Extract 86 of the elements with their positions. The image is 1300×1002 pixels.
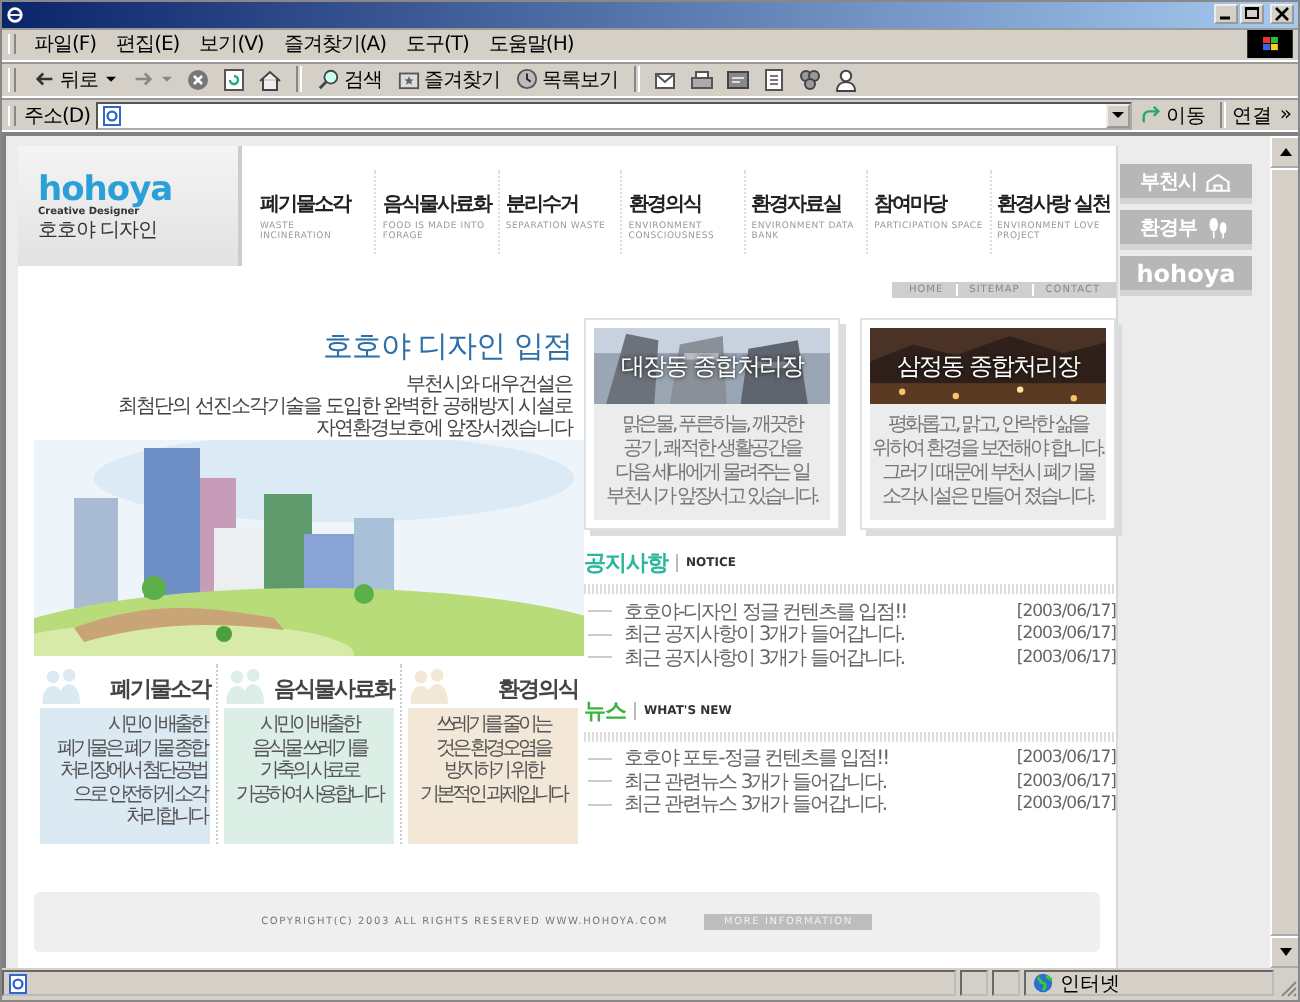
search-icon	[318, 68, 340, 91]
dropdown-button[interactable]	[1105, 103, 1130, 128]
card-text: 평화롭고, 맑고, 안락한 삶을 위하여 환경을 보전해야 합니다. 그러기 때문에 부천시 폐기물 소각시설은 만들어 졌습니다.	[870, 404, 1106, 521]
close-button[interactable]	[1270, 4, 1294, 25]
figures-icon	[1204, 215, 1233, 240]
menu-item[interactable]: 편집(E)	[106, 30, 190, 59]
menu-item[interactable]: 즐겨찾기(A)	[273, 30, 396, 59]
post-link[interactable]: 최근 관련뉴스 3개가 들어갑니다.	[624, 790, 1017, 819]
caret-icon	[1111, 111, 1124, 120]
people-silhouette-icon	[408, 668, 452, 705]
card-text: 맑은물, 푸른하늘, 깨끗한 공기, 쾌적한 생활공간을 다음 세대에게 물려주는 일 부천시가 앞장서고 있습니다.	[594, 404, 830, 521]
up-arrow-icon	[1280, 148, 1292, 157]
post-link[interactable]: 호호야-디자인 정글 컨텐츠를 입점!!	[624, 597, 1017, 626]
menu-item[interactable]: 도움말(H)	[478, 30, 584, 59]
people-silhouette-icon	[224, 668, 268, 705]
home-icon[interactable]	[258, 67, 282, 92]
people-silhouette-icon	[40, 668, 84, 705]
zone-label: 인터넷	[1060, 971, 1120, 998]
feature-text: 시민이 배출한 폐기물은 폐기물 종합 처리장에서 첨단공법 으로 안전하게 소각 처리합니다	[55, 714, 206, 830]
print-icon[interactable]	[690, 67, 714, 92]
back-button[interactable]: 뒤로	[28, 64, 122, 95]
discuss-icon[interactable]	[798, 67, 822, 92]
favorites-button[interactable]: 즐겨찾기	[392, 64, 506, 95]
facility-card[interactable]: 삼정동 종합처리장 평화롭고, 맑고, 안락한 삶을 위하여 환경을 보전해야 합니다. 그러기 때문에 부천시 폐기물 소각시설은 만들어 졌습니다.	[860, 318, 1116, 531]
scroll-down-button[interactable]	[1270, 936, 1298, 969]
post-date: [2003/06/17]	[1016, 624, 1116, 645]
document-icon[interactable]	[762, 67, 786, 92]
close-icon	[1274, 6, 1290, 23]
star-folder-icon	[398, 68, 420, 91]
card-title: 삼정동 종합처리장	[895, 350, 1082, 385]
building-icon	[1204, 169, 1233, 194]
go-button[interactable]: 이동	[1131, 101, 1214, 130]
forward-arrow-icon	[132, 68, 154, 91]
post-link[interactable]: 최근 공지사항이 3개가 들어갑니다.	[624, 620, 1017, 649]
feature-text: 시민이 배출한 음식물 쓰레기를 가축의 사료로 가공하여 사용합니다	[233, 714, 386, 807]
feature-text: 쓰레기를 줄이는 것은 환경오염을 방지하기 위한 기본적인 과제입니다	[417, 714, 570, 807]
page-icon	[8, 973, 28, 994]
card-title: 대장동 종합처리장	[619, 350, 806, 385]
post-date: [2003/06/17]	[1016, 647, 1116, 668]
resize-grip-icon[interactable]	[1278, 977, 1298, 998]
post-link[interactable]: 최근 공지사항이 3개가 들어갑니다.	[624, 643, 1017, 672]
site-name: 호호야 디자인	[38, 218, 160, 245]
menu-item[interactable]: 도구(T)	[396, 30, 479, 59]
scroll-up-button[interactable]	[1270, 136, 1298, 169]
section-title: 공지사항	[584, 548, 668, 579]
back-arrow-icon	[34, 68, 56, 91]
more-button[interactable]: »	[1279, 104, 1292, 127]
down-arrow-icon	[1280, 948, 1292, 957]
feature-title: 음식물사료화	[274, 674, 394, 705]
edit-icon[interactable]	[726, 67, 750, 92]
post-date: [2003/06/17]	[1016, 748, 1116, 769]
feature-title: 폐기물소각	[110, 674, 210, 705]
windows-logo-icon	[1244, 30, 1296, 59]
stop-icon[interactable]	[186, 67, 210, 92]
menu-item[interactable]: 보기(V)	[189, 30, 274, 59]
post-link[interactable]: 최근 관련뉴스 3개가 들어갑니다.	[624, 767, 1017, 796]
maximize-icon	[1244, 6, 1260, 23]
links-label[interactable]: 연결	[1231, 101, 1272, 130]
section-title: 뉴스	[584, 695, 626, 726]
person-icon[interactable]	[834, 67, 858, 92]
hero-title: 호호야 디자인 입점	[320, 328, 574, 367]
facility-card[interactable]: 대장동 종합처리장 맑은물, 푸른하늘, 깨끗한 공기, 쾌적한 생활공간을 다음 세대에게 물려주는 일 부천시가 앞장서고 있습니다.	[584, 318, 840, 531]
caret-icon	[162, 75, 172, 84]
page-icon	[102, 105, 123, 126]
address-field[interactable]	[96, 101, 1132, 130]
browser-icon	[6, 5, 24, 24]
menu-item[interactable]: 파일(F)	[24, 30, 107, 59]
history-button[interactable]: 목록보기	[510, 64, 624, 95]
maximize-button[interactable]	[1240, 4, 1264, 25]
post-link[interactable]: 호호야 포토-정글 컨텐츠를 입점!!	[624, 744, 1017, 773]
refresh-icon[interactable]	[222, 67, 246, 92]
address-label: 주소(D)	[24, 103, 91, 130]
post-date: [2003/06/17]	[1016, 771, 1116, 792]
caret-icon	[106, 75, 116, 84]
mail-icon[interactable]	[654, 67, 678, 92]
status-pane	[992, 970, 1020, 997]
hero-text: 부천시와 대우건설은 최첨단의 선진소각기술을 도입한 완벽한 공해방지 시설로 자연환경보호에 앞장서겠습니다	[116, 374, 575, 441]
minimize-button[interactable]	[1214, 4, 1238, 25]
curved-arrow-icon	[1139, 104, 1162, 127]
feature-title: 환경의식	[498, 674, 578, 705]
post-date: [2003/06/17]	[1016, 794, 1116, 815]
clock-icon	[516, 68, 538, 91]
globe-icon	[1032, 972, 1054, 995]
post-date: [2003/06/17]	[1016, 601, 1116, 622]
search-button[interactable]: 검색	[312, 64, 388, 95]
status-pane	[960, 970, 988, 997]
